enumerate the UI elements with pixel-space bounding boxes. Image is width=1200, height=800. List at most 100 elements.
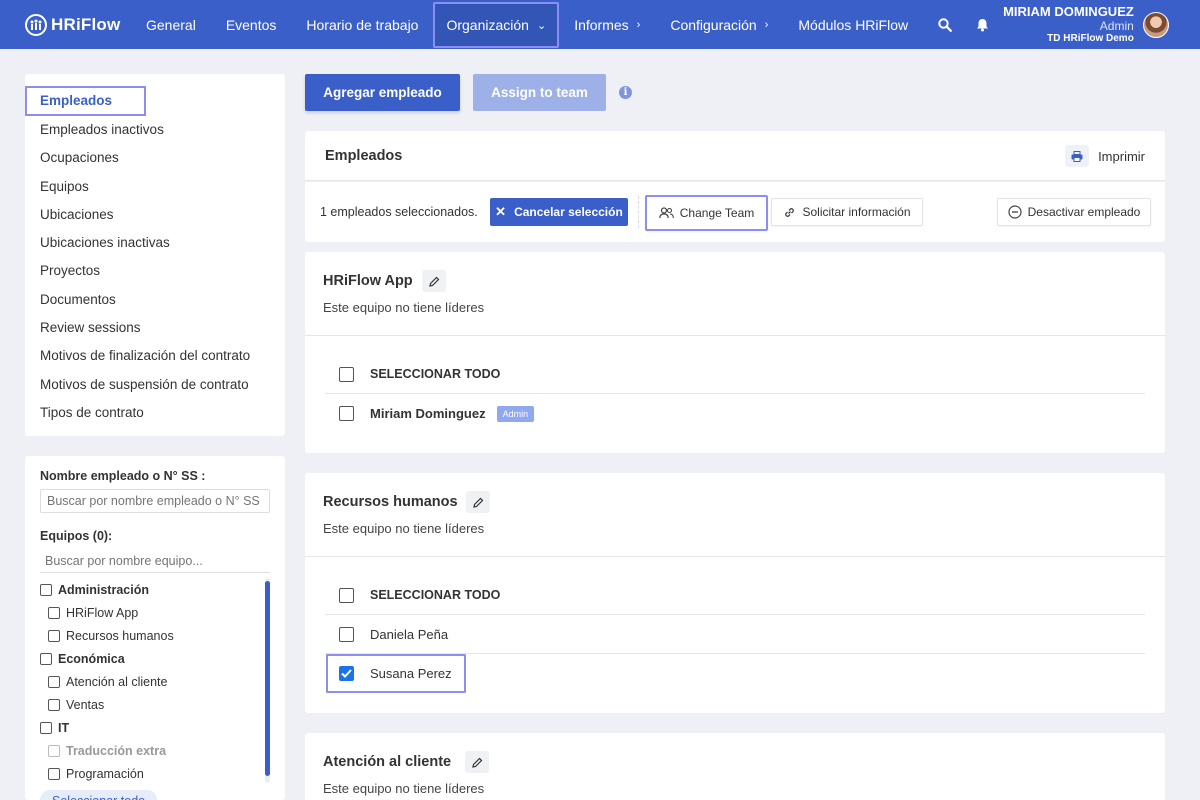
checkbox[interactable] bbox=[48, 606, 60, 619]
logo-text: HRiFlow bbox=[51, 14, 121, 34]
team-filter-item[interactable]: IT bbox=[40, 716, 270, 739]
bell-icon[interactable] bbox=[967, 0, 997, 49]
nav-eventos[interactable]: Eventos bbox=[211, 0, 292, 49]
sidebar-item-ubicaciones[interactable]: Ubicaciones bbox=[25, 201, 285, 229]
sidebar-item-documentos[interactable]: Documentos bbox=[25, 286, 285, 314]
table-row[interactable]: Miriam Dominguez Admin bbox=[325, 394, 1145, 433]
checkbox[interactable] bbox=[339, 626, 354, 642]
nav-menu: General Eventos Horario de trabajo Organ… bbox=[131, 0, 923, 49]
table-row[interactable]: Daniela Peña bbox=[325, 615, 1145, 654]
sidebar-item-empleados[interactable]: Empleados bbox=[25, 86, 146, 116]
scrollbar-thumb[interactable] bbox=[265, 581, 270, 776]
checkbox[interactable] bbox=[339, 366, 354, 382]
name-filter-label: Nombre empleado o N° SS : bbox=[40, 469, 206, 483]
team-title: HRiFlow App bbox=[323, 273, 413, 289]
sidebar-item-ocupaciones[interactable]: Ocupaciones bbox=[25, 144, 285, 172]
selected-count: 1 empleados seleccionados. bbox=[320, 205, 478, 219]
printer-icon bbox=[1065, 145, 1090, 167]
sidebar-item-motivos-finalizacion[interactable]: Motivos de finalización del contrato bbox=[25, 342, 285, 370]
team-filter-item[interactable]: Ventas bbox=[40, 693, 270, 716]
team-filter-item[interactable]: Programación bbox=[40, 762, 270, 785]
team-title: Recursos humanos bbox=[323, 494, 458, 510]
add-employee-button[interactable]: Agregar empleado bbox=[305, 74, 460, 111]
team-filter-list: Administración HRiFlow App Recursos huma… bbox=[40, 578, 270, 783]
employee-name: Miriam Dominguez bbox=[370, 406, 486, 421]
team-filter-item[interactable]: Atención al cliente bbox=[40, 670, 270, 693]
select-all-row[interactable]: SELECCIONAR TODO bbox=[325, 576, 1145, 615]
cancel-selection-button[interactable]: ✕ Cancelar selección bbox=[490, 198, 628, 226]
select-all-row[interactable]: SELECCIONAR TODO bbox=[325, 355, 1145, 394]
sidebar-item-ubicaciones-inactivas[interactable]: Ubicaciones inactivas bbox=[25, 229, 285, 257]
user-info[interactable]: MIRIAM DOMINGUEZ Admin TD HRiFlow Demo bbox=[1003, 4, 1134, 43]
user-name: MIRIAM DOMINGUEZ bbox=[1003, 4, 1134, 20]
selection-bar: 1 empleados seleccionados. ✕ Cancelar sel… bbox=[305, 182, 1165, 242]
sidebar-item-proyectos[interactable]: Proyectos bbox=[25, 257, 285, 285]
sidebar-item-equipos[interactable]: Equipos bbox=[25, 173, 285, 201]
checkbox[interactable] bbox=[48, 629, 60, 642]
checkbox[interactable] bbox=[48, 698, 60, 711]
checkbox[interactable] bbox=[40, 583, 52, 596]
team-filter-item[interactable]: Económica bbox=[40, 647, 270, 670]
name-search-input[interactable] bbox=[40, 489, 270, 513]
select-all-label: SELECCIONAR TODO bbox=[370, 367, 501, 381]
checkbox[interactable] bbox=[339, 587, 354, 603]
team-filter-item: Traducción extra bbox=[40, 739, 270, 762]
checkbox[interactable] bbox=[40, 652, 52, 665]
logo[interactable]: HRiFlow bbox=[25, 13, 125, 36]
select-all-teams-button[interactable]: Seleccionar todo bbox=[40, 790, 158, 800]
team-leaders-text: Este equipo no tiene líderes bbox=[323, 521, 485, 536]
checkbox bbox=[48, 744, 60, 757]
info-icon[interactable]: i bbox=[619, 86, 632, 99]
chevron-right-icon: › bbox=[636, 18, 641, 31]
divider bbox=[638, 196, 639, 228]
selection-highlight bbox=[326, 654, 466, 693]
employee-name: Daniela Peña bbox=[370, 626, 449, 642]
divider bbox=[305, 556, 1165, 557]
select-all-label: SELECCIONAR TODO bbox=[370, 588, 501, 602]
team-search-input[interactable] bbox=[40, 549, 270, 573]
nav-horario[interactable]: Horario de trabajo bbox=[291, 0, 433, 49]
deactivate-employee-button[interactable]: Desactivar empleado bbox=[997, 198, 1151, 226]
team-leaders-text: Este equipo no tiene líderes bbox=[323, 781, 485, 796]
checkbox[interactable] bbox=[339, 406, 354, 421]
page-title: Empleados bbox=[325, 148, 403, 164]
print-label: Imprimir bbox=[1098, 148, 1145, 164]
sidebar-item-tipos-contrato[interactable]: Tipos de contrato bbox=[25, 399, 285, 427]
checkbox[interactable] bbox=[48, 767, 60, 780]
nav-informes[interactable]: Informes › bbox=[559, 0, 655, 49]
sidebar-item-empleados-inactivos[interactable]: Empleados inactivos bbox=[25, 116, 285, 144]
nav-organizacion[interactable]: Organización ⌄ bbox=[433, 2, 560, 48]
team-card: Atención al cliente Este equipo no tiene… bbox=[305, 733, 1165, 800]
team-card: HRiFlow App Este equipo no tiene líderes… bbox=[305, 252, 1165, 453]
nav-general[interactable]: General bbox=[131, 0, 211, 49]
pencil-icon[interactable] bbox=[465, 751, 489, 773]
team-filter-item[interactable]: Recursos humanos bbox=[40, 624, 270, 647]
print-button[interactable]: Imprimir bbox=[1065, 145, 1145, 167]
link-icon bbox=[785, 207, 795, 217]
team-leaders-text: Este equipo no tiene líderes bbox=[323, 300, 485, 315]
sidebar-menu: Empleados Empleados inactivos Ocupacione… bbox=[25, 74, 285, 436]
status-badge: Admin bbox=[496, 405, 535, 422]
nav-modulos[interactable]: Módulos HRiFlow bbox=[783, 0, 923, 49]
search-icon[interactable] bbox=[923, 0, 967, 49]
checkbox[interactable] bbox=[48, 675, 60, 688]
avatar[interactable] bbox=[1142, 11, 1169, 38]
checkbox[interactable] bbox=[40, 721, 52, 734]
team-title: Atención al cliente bbox=[323, 754, 452, 770]
chevron-down-icon: ⌄ bbox=[536, 19, 547, 32]
logo-icon bbox=[25, 13, 47, 36]
sidebar-item-motivos-suspension[interactable]: Motivos de suspensión de contrato bbox=[25, 371, 285, 399]
team-filter-item[interactable]: Administración bbox=[40, 578, 270, 601]
pencil-icon[interactable] bbox=[422, 270, 446, 292]
team-filter-item[interactable]: HRiFlow App bbox=[40, 601, 270, 624]
request-info-button[interactable]: Solicitar información bbox=[771, 198, 923, 226]
change-team-button[interactable]: Change Team bbox=[645, 195, 768, 231]
nav-configuracion[interactable]: Configuración › bbox=[655, 0, 783, 49]
chevron-right-icon: › bbox=[764, 18, 769, 31]
pencil-icon[interactable] bbox=[466, 491, 490, 513]
assign-team-button: Assign to team bbox=[473, 74, 606, 111]
employees-header: Empleados Imprimir bbox=[305, 131, 1165, 181]
close-icon: ✕ bbox=[495, 204, 507, 219]
sidebar-item-review-sessions[interactable]: Review sessions bbox=[25, 314, 285, 342]
user-role: Admin bbox=[1099, 18, 1134, 33]
